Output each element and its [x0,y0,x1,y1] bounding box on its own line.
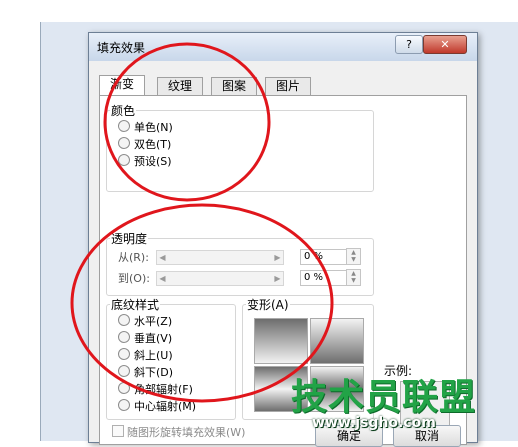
watermark-url: www.jsgho.com [312,415,436,431]
annotation-ellipse-colors [103,42,271,202]
watermark-logo-text: 技术员联盟 [291,377,477,418]
